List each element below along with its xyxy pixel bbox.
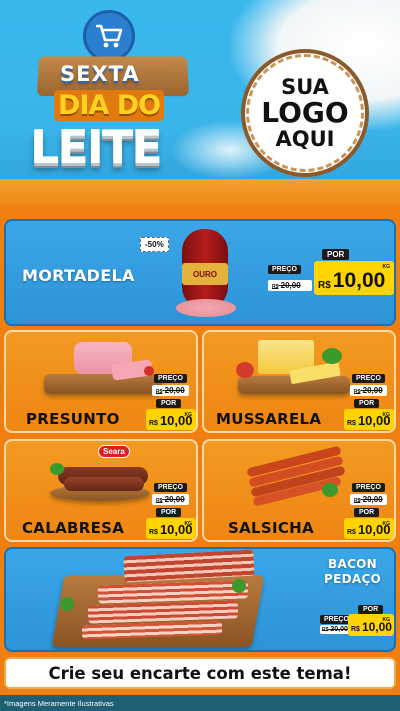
product-card-mussarela[interactable]: MUSSARELA PREÇO R$ 20,00 POR R$ 10,00 KG [202,330,396,433]
product-card-calabresa[interactable]: Seara CALABRESA PREÇO R$ 20,00 POR R$ 10… [4,439,198,542]
product-name: PRESUNTO [26,410,120,428]
old-currency: R$ [156,498,163,504]
product-name-line2: PEDAÇO [324,572,382,586]
price-block: PREÇO R$ 20,00 POR R$ 10,00 KG [146,483,196,539]
header-banner: SEXTA DIA DO LEITE SUA LOGO AQUI [0,0,400,205]
product-card-salsicha[interactable]: SALSICHA PREÇO R$ 20,00 POR R$ 10,00 KG [202,439,396,542]
old-price-value: 20,00 [330,626,348,633]
logo-text-logo: LOGO [261,96,349,130]
preco-label: PREÇO [154,483,187,492]
new-price: R$ 10,00 KG [146,409,196,430]
por-label: POR [156,399,182,408]
unit-label: KG [382,264,391,270]
old-price-value: 20,00 [164,386,185,395]
por-label: POR [156,508,182,517]
currency: R$ [318,280,331,291]
preco-label: PREÇO [352,483,385,492]
unit-label: KG [382,412,391,418]
preco-label: PREÇO [352,374,385,383]
por-label: POR [322,249,350,260]
old-price: R$ 20,00 [320,625,350,634]
calabresa-image: Seara [46,445,156,507]
currency: R$ [149,529,158,536]
price-block: PREÇO R$ 20,00 POR R$ 10,00 KG [146,374,196,430]
price-block: PREÇO R$ 20,00 POR R$ 10,00 KG [344,483,394,539]
logo-text-sua: SUA [281,75,329,100]
product-name: BACON PEDAÇO [324,557,381,587]
mortadela-image: OURO [176,229,236,319]
old-price: R$ 20,00 [350,385,387,396]
title-dia-do: DIA DO [54,90,165,121]
por-label: POR [358,605,384,614]
old-price: R$ 20,00 [152,385,189,396]
product-name: CALABRESA [22,519,125,537]
unit-label: KG [382,521,391,527]
logo-placeholder: SUA LOGO AQUI [241,49,369,177]
old-currency: R$ [156,389,163,395]
old-price: R$ 20,00 [268,280,312,291]
discount-badge: -50% [140,237,169,252]
unit-label: KG [382,617,391,623]
title-sexta: SEXTA [60,62,140,86]
price-block: POR PREÇO R$ 20,00 R$ 10,00 KG [268,249,394,305]
brand-label: OURO [182,263,228,285]
preco-label: PREÇO [154,374,187,383]
salsicha-image [246,445,346,507]
currency: R$ [149,420,158,427]
new-price: R$ 10,00 KG [344,409,394,430]
por-label: POR [354,399,380,408]
unit-label: KG [184,412,193,418]
preco-label: PREÇO [268,265,301,274]
product-card-presunto[interactable]: PRESUNTO PREÇO R$ 20,00 POR R$ 10,00 KG [4,330,198,433]
unit-label: KG [184,521,193,527]
old-price-value: 20,00 [164,495,185,504]
currency: R$ [347,420,356,427]
title-leite: LEITE [30,120,163,174]
old-currency: R$ [272,284,279,290]
product-card-mortadela[interactable]: MORTADELA -50% OURO POR PREÇO R$ 20,00 R… [4,219,396,326]
new-price: R$ 10,00 KG [348,614,394,636]
product-name: MUSSARELA [216,410,322,428]
product-name: SALSICHA [228,519,314,537]
new-price: R$ 10,00 KG [344,518,394,539]
bacon-image [51,549,265,649]
old-price-value: 20,00 [362,386,383,395]
old-price: R$ 20,00 [152,494,189,505]
currency: R$ [347,529,356,536]
presunto-image [44,338,162,400]
currency: R$ [351,626,360,633]
old-currency: R$ [354,498,361,504]
disclaimer: *Imagens Meramente Ilustrativas [0,695,400,711]
price-block: PREÇO R$ 20,00 POR R$ 10,00 KG [344,374,394,430]
product-name: MORTADELA [22,266,135,285]
mussarela-image [236,338,354,400]
old-price-value: 20,00 [280,281,301,290]
header-floor [0,179,400,205]
cta-banner[interactable]: Crie seu encarte com este tema! [4,657,396,689]
price-value: 10,00 [332,269,386,292]
dia-do-leite-title: SEXTA DIA DO LEITE [30,50,190,170]
product-card-bacon[interactable]: BACON PEDAÇO POR PREÇO R$ 20,00 R$ 10,00… [4,547,396,652]
old-currency: R$ [322,627,329,633]
brand-logo: Seara [98,445,130,458]
old-currency: R$ [354,389,361,395]
old-price-value: 20,00 [362,495,383,504]
logo-text-aqui: AQUI [275,126,335,151]
new-price: R$ 10,00 KG [146,518,196,539]
old-price: R$ 20,00 [350,494,387,505]
price-block: POR PREÇO R$ 20,00 R$ 10,00 KG [320,605,394,641]
product-name-line1: BACON [328,557,378,571]
new-price: R$ 10,00 KG [314,261,394,295]
por-label: POR [354,508,380,517]
